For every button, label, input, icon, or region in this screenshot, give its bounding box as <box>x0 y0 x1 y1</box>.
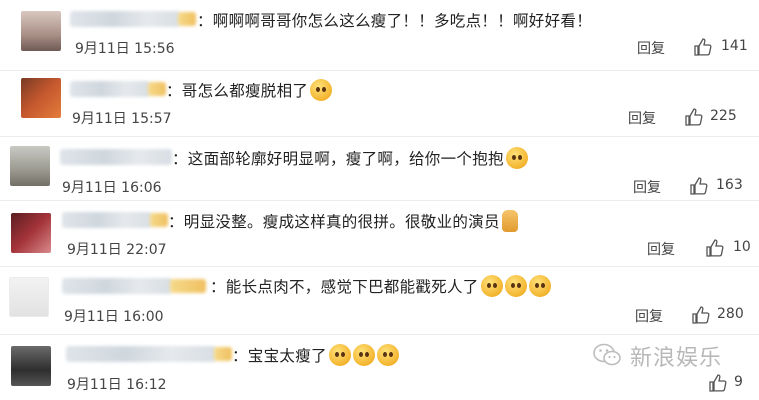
comment-time: 9月11日 22:07 <box>67 242 167 258</box>
thumbs-up-icon[interactable] <box>684 107 704 127</box>
emoji-face-icon <box>310 79 333 101</box>
comment-row: ：明显没整。瘦成这样真的很拼。很敬业的演员 9月11日 22:07 回复 10 <box>0 200 759 267</box>
thumbs-up-icon[interactable] <box>708 373 728 393</box>
username[interactable] <box>70 11 180 27</box>
reply-button[interactable]: 回复 <box>635 306 663 326</box>
emoji-face-icon <box>352 344 375 366</box>
wechat-icon <box>593 343 621 366</box>
comment-text: ：能长点肉不，感觉下巴都能戳死人了 <box>210 275 551 297</box>
comment-time: 9月11日 16:00 <box>64 309 164 325</box>
thumbs-up-icon[interactable] <box>705 238 725 258</box>
vip-badge-icon <box>178 12 196 26</box>
like-count: 163 <box>716 177 743 193</box>
emoji-face-icon <box>328 344 351 366</box>
thumbs-up-emoji-icon <box>501 210 518 232</box>
vip-badge-icon <box>170 279 206 293</box>
comment-row: ：这面部轮廓好明显啊，瘦了啊，给你一个抱抱 9月11日 16:06 回复 163 <box>0 136 759 201</box>
reply-button[interactable]: 回复 <box>637 38 665 58</box>
emoji-face-icon <box>376 344 399 366</box>
comment-time: 9月11日 16:06 <box>62 180 162 196</box>
thumbs-up-icon[interactable] <box>691 305 711 325</box>
avatar[interactable] <box>11 346 51 386</box>
username[interactable] <box>70 81 150 97</box>
thumbs-up-icon[interactable] <box>693 37 713 57</box>
avatar[interactable] <box>10 146 50 186</box>
comment-text: ：宝宝太瘦了 <box>232 344 399 366</box>
watermark-text: 新浪娱乐 <box>630 346 723 371</box>
comment-text: ：明显没整。瘦成这样真的很拼。很敬业的演员 <box>168 210 518 232</box>
reply-button[interactable]: 回复 <box>628 108 656 128</box>
vip-badge-icon <box>214 347 232 361</box>
avatar[interactable] <box>9 277 49 317</box>
emoji-face-icon <box>528 275 551 297</box>
emoji-face-icon <box>504 275 527 297</box>
like-count: 280 <box>717 306 744 322</box>
like-count: 10 <box>733 239 751 255</box>
emoji-face-icon <box>480 275 503 297</box>
comment-row: ：啊啊啊哥哥你怎么这么瘦了！！多吃点！！啊好好看！ 9月11日 15:56 回复… <box>0 0 759 71</box>
vip-badge-icon <box>148 82 166 96</box>
comment-text: ：这面部轮廓好明显啊，瘦了啊，给你一个抱抱 <box>172 147 528 169</box>
comment-time: 9月11日 15:57 <box>72 111 172 127</box>
comment-time: 9月11日 15:56 <box>75 41 175 57</box>
avatar[interactable] <box>21 11 61 51</box>
like-count: 225 <box>710 108 737 124</box>
comment-text: ：啊啊啊哥哥你怎么这么瘦了！！多吃点！！啊好好看！ <box>197 12 593 30</box>
emoji-face-icon <box>505 147 528 169</box>
like-count: 141 <box>721 38 748 54</box>
thumbs-up-icon[interactable] <box>689 176 709 196</box>
username[interactable] <box>62 212 152 228</box>
comment-text: ：哥怎么都瘦脱相了 <box>166 79 333 101</box>
avatar[interactable] <box>21 78 61 118</box>
comment-row: ：能长点肉不，感觉下巴都能戳死人了 9月11日 16:00 回复 280 <box>0 266 759 335</box>
reply-button[interactable]: 回复 <box>633 177 661 197</box>
reply-button[interactable]: 回复 <box>647 239 675 259</box>
comment-row: ：哥怎么都瘦脱相了 9月11日 15:57 回复 225 <box>0 70 759 137</box>
avatar[interactable] <box>11 213 51 253</box>
username[interactable] <box>62 278 172 294</box>
username[interactable] <box>60 149 172 165</box>
vip-badge-icon <box>150 213 168 227</box>
comment-time: 9月11日 16:12 <box>67 377 167 393</box>
like-count: 9 <box>734 374 743 390</box>
username[interactable] <box>66 346 216 362</box>
